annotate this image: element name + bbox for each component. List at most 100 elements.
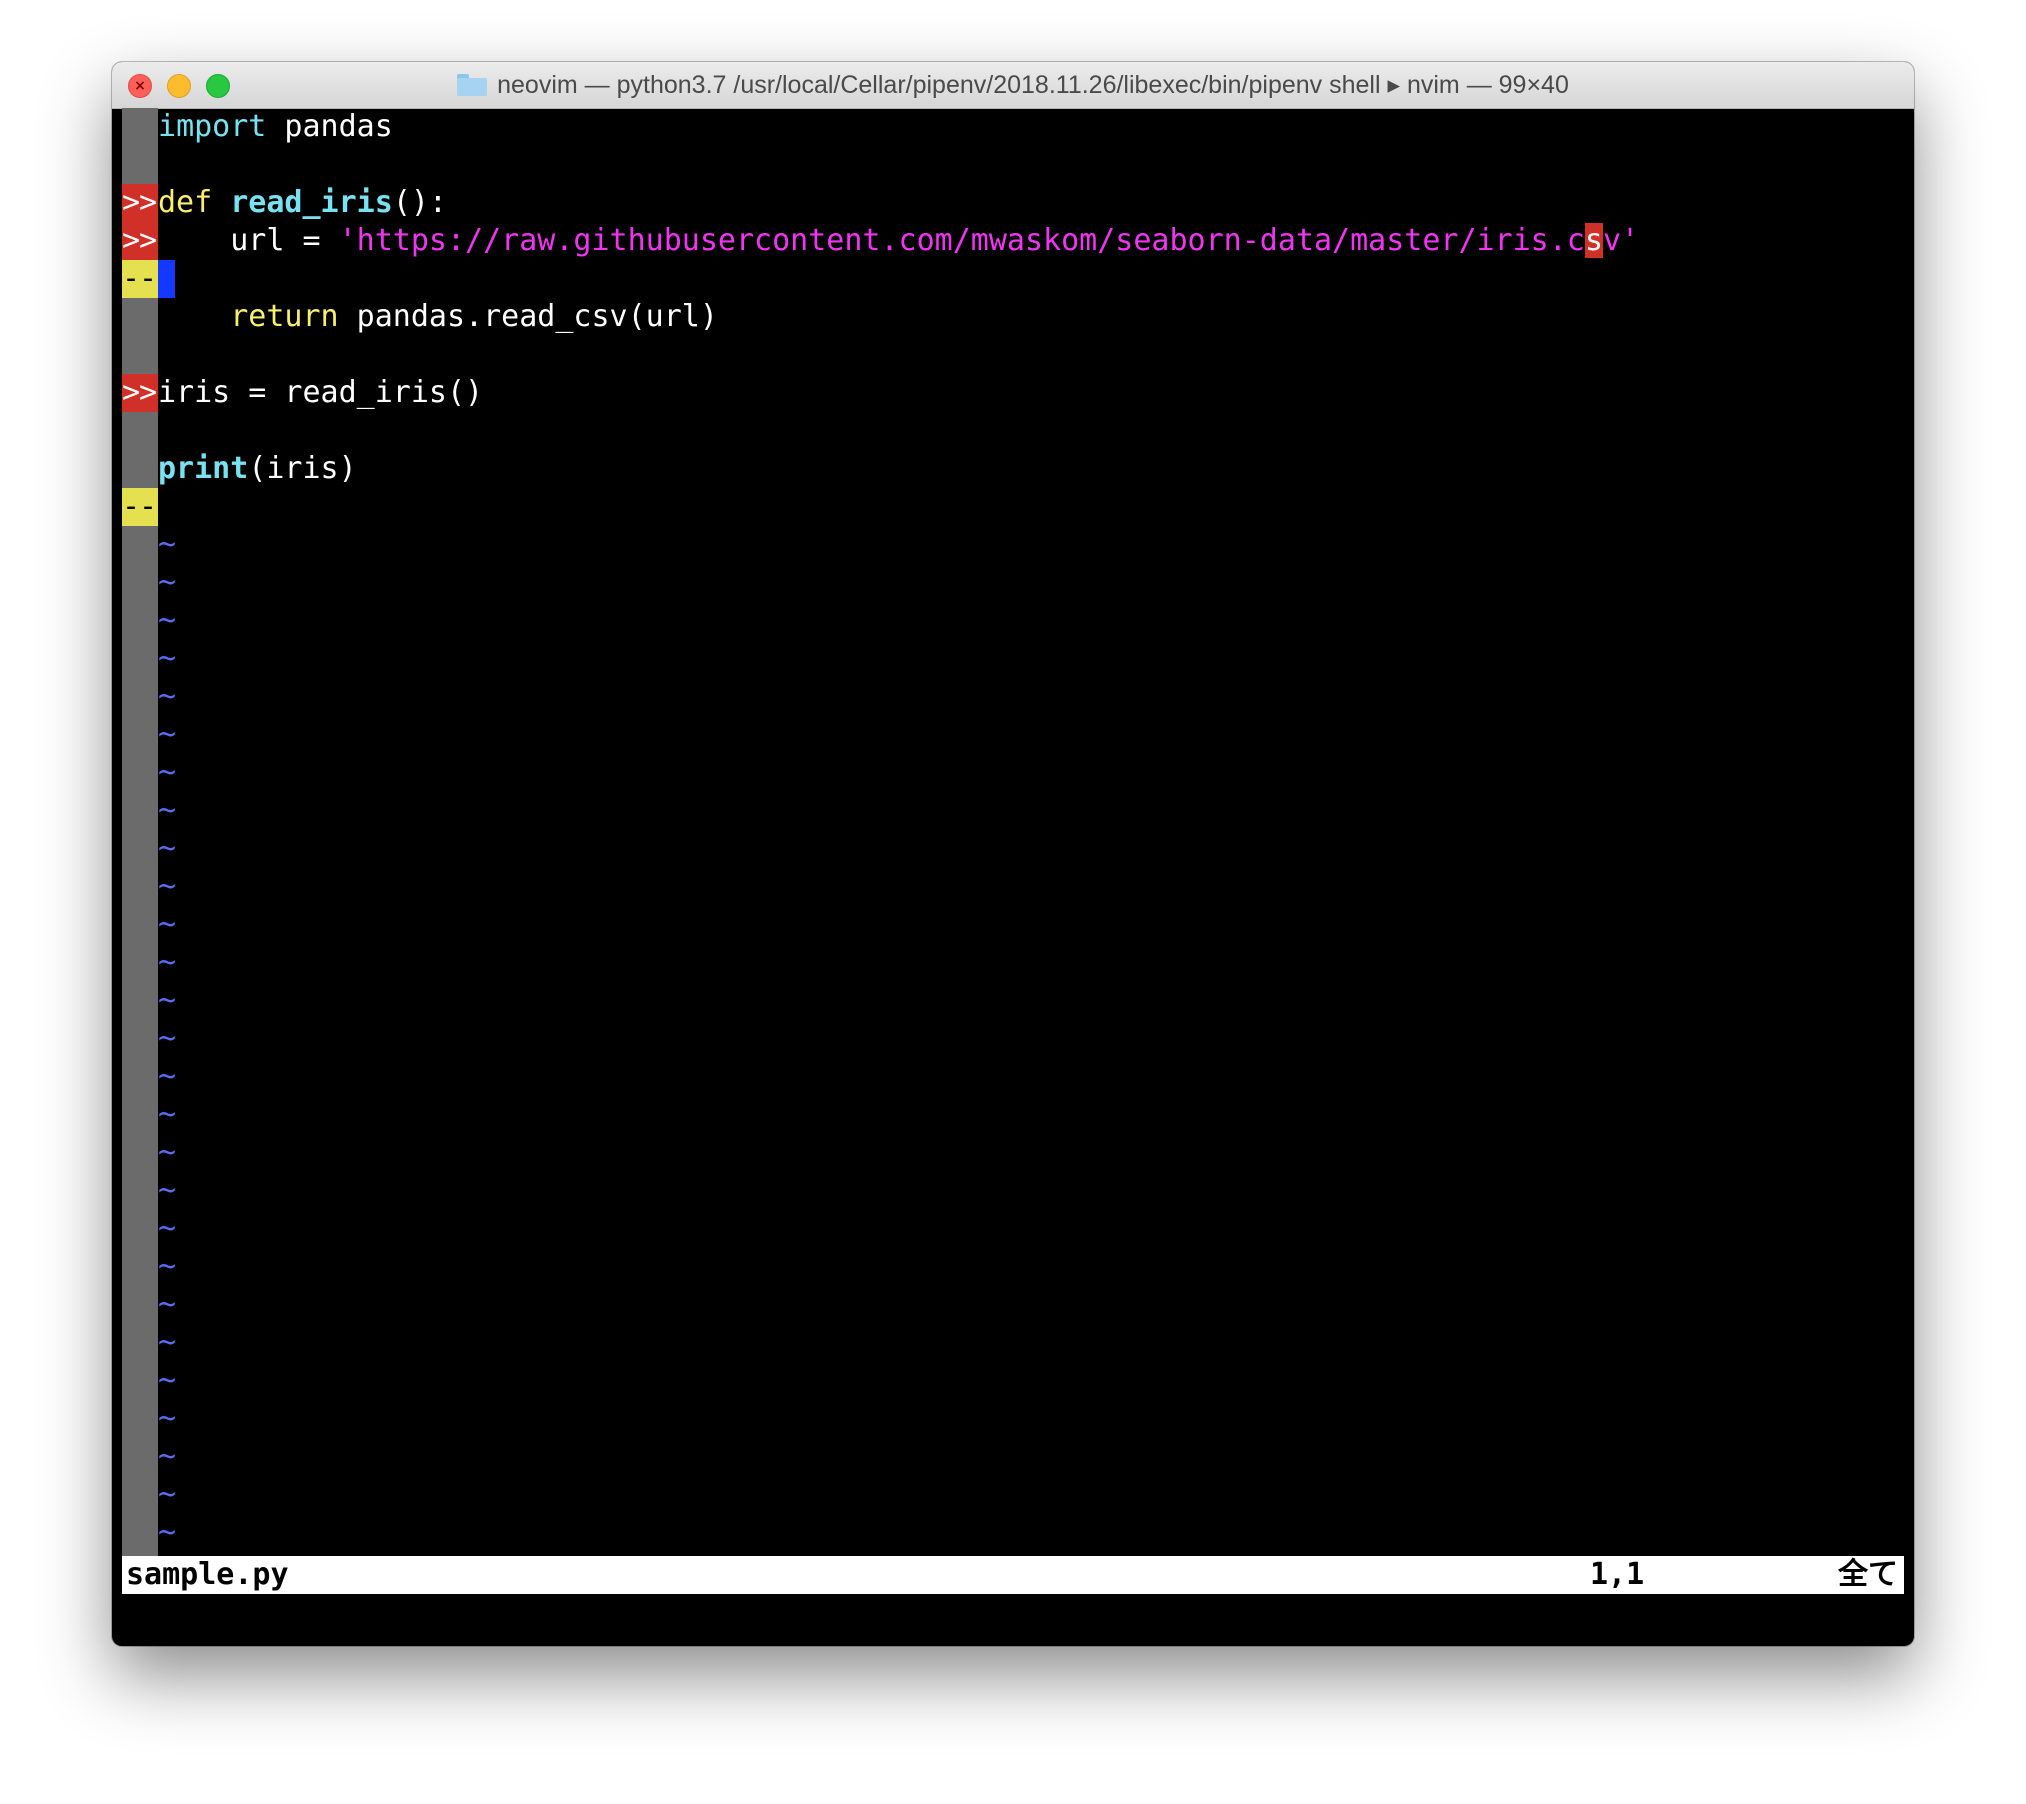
sign-cell bbox=[122, 1514, 158, 1552]
tilde-marker: ~ bbox=[158, 869, 177, 904]
code-line[interactable] bbox=[122, 336, 1904, 374]
status-scroll-percent: 全て bbox=[1838, 1557, 1898, 1592]
tilde-marker: ~ bbox=[158, 1173, 177, 1208]
code-token: (): bbox=[392, 185, 447, 220]
code-text: import pandas bbox=[158, 108, 393, 146]
code-line[interactable]: return pandas.read_csv(url) bbox=[122, 298, 1904, 336]
sign-cell bbox=[122, 1020, 158, 1058]
code-token: pandas bbox=[266, 109, 393, 144]
tilde-marker: ~ bbox=[158, 1401, 177, 1436]
status-line: sample.py 1,1 全て bbox=[122, 1556, 1904, 1594]
status-filename: sample.py bbox=[126, 1557, 289, 1592]
tilde-marker: ~ bbox=[158, 1515, 177, 1550]
code-text: url = 'https://raw.githubusercontent.com… bbox=[158, 222, 1639, 260]
code-token: read_iris bbox=[230, 185, 393, 220]
sign-cell bbox=[122, 716, 158, 754]
neovim-editor[interactable]: import pandas >>def read_iris(): >> url = … bbox=[122, 108, 1904, 1646]
empty-buffer-line: ~ bbox=[122, 1096, 1904, 1134]
git-added-sign: >> bbox=[122, 222, 158, 260]
sign-cell bbox=[122, 754, 158, 792]
code-token: v' bbox=[1602, 223, 1640, 258]
code-token: mport bbox=[176, 109, 267, 144]
code-token: return bbox=[230, 299, 339, 334]
tilde-marker: ~ bbox=[158, 1135, 177, 1170]
empty-buffer-line: ~ bbox=[122, 1324, 1904, 1362]
empty-buffer-line: ~ bbox=[122, 564, 1904, 602]
title-bar[interactable]: × neovim — python3.7 /usr/local/Cellar/p… bbox=[112, 62, 1914, 109]
empty-buffer-line: ~ bbox=[122, 1020, 1904, 1058]
sign-cell bbox=[122, 526, 158, 564]
tilde-marker: ~ bbox=[158, 945, 177, 980]
sign-cell bbox=[122, 412, 158, 450]
tilde-marker: ~ bbox=[158, 1059, 177, 1094]
empty-buffer-line: ~ bbox=[122, 1172, 1904, 1210]
tilde-marker: ~ bbox=[158, 717, 177, 752]
sign-cell bbox=[122, 1172, 158, 1210]
empty-buffer-line: ~ bbox=[122, 640, 1904, 678]
tilde-marker: ~ bbox=[158, 603, 177, 638]
empty-buffer-line: ~ bbox=[122, 906, 1904, 944]
code-line[interactable] bbox=[122, 146, 1904, 184]
sign-cell bbox=[122, 146, 158, 184]
tilde-marker: ~ bbox=[158, 907, 177, 942]
tilde-marker: ~ bbox=[158, 1021, 177, 1056]
tilde-marker: ~ bbox=[158, 1287, 177, 1322]
sign-cell bbox=[122, 1210, 158, 1248]
empty-buffer-line: ~ bbox=[122, 982, 1904, 1020]
tilde-marker: ~ bbox=[158, 1325, 177, 1360]
code-token: (iris) bbox=[248, 451, 357, 486]
sign-cell bbox=[122, 1438, 158, 1476]
sign-cell bbox=[122, 640, 158, 678]
tilde-marker: ~ bbox=[158, 565, 177, 600]
sign-cell bbox=[122, 336, 158, 374]
sign-cell bbox=[122, 1286, 158, 1324]
sign-cell bbox=[122, 564, 158, 602]
empty-buffer-line: ~ bbox=[122, 1248, 1904, 1286]
sign-cell bbox=[122, 1324, 158, 1362]
sign-cell bbox=[122, 298, 158, 336]
tilde-marker: ~ bbox=[158, 755, 177, 790]
code-line[interactable]: >>iris = read_iris() bbox=[122, 374, 1904, 412]
code-token: iris = read_iris() bbox=[158, 375, 484, 410]
code-line[interactable]: -- bbox=[122, 488, 1904, 526]
title-container: neovim — python3.7 /usr/local/Cellar/pip… bbox=[112, 62, 1914, 108]
code-text: def read_iris(): bbox=[158, 184, 447, 222]
code-token: pandas.read_csv(url) bbox=[338, 299, 718, 334]
sign-cell bbox=[122, 944, 158, 982]
status-cursor-position: 1,1 bbox=[1590, 1557, 1645, 1592]
tilde-marker: ~ bbox=[158, 641, 177, 676]
sign-cell bbox=[122, 1400, 158, 1438]
empty-buffer-line: ~ bbox=[122, 526, 1904, 564]
code-line[interactable] bbox=[122, 412, 1904, 450]
empty-buffer-line: ~ bbox=[122, 1286, 1904, 1324]
tilde-marker: ~ bbox=[158, 527, 177, 562]
empty-buffer-line: ~ bbox=[122, 830, 1904, 868]
tilde-marker: ~ bbox=[158, 1249, 177, 1284]
code-text bbox=[158, 260, 175, 298]
tilde-marker: ~ bbox=[158, 1097, 177, 1132]
sign-cell bbox=[122, 792, 158, 830]
empty-buffer-line: ~ bbox=[122, 1210, 1904, 1248]
empty-buffer-line: ~ bbox=[122, 602, 1904, 640]
code-line[interactable]: >> url = 'https://raw.githubusercontent.… bbox=[122, 222, 1904, 260]
code-line[interactable]: import pandas bbox=[122, 108, 1904, 146]
tilde-marker: ~ bbox=[158, 983, 177, 1018]
sign-cell bbox=[122, 678, 158, 716]
code-token: 'https://raw.githubusercontent.com/mwask… bbox=[338, 223, 1585, 258]
code-line[interactable]: >>def read_iris(): bbox=[122, 184, 1904, 222]
sign-cell bbox=[122, 1476, 158, 1514]
tilde-marker: ~ bbox=[158, 679, 177, 714]
empty-buffer-line: ~ bbox=[122, 1362, 1904, 1400]
code-line[interactable]: print(iris) bbox=[122, 450, 1904, 488]
command-line[interactable] bbox=[122, 1594, 1904, 1632]
code-line[interactable]: -- bbox=[122, 260, 1904, 298]
empty-buffer-line: ~ bbox=[122, 1476, 1904, 1514]
code-token: url = bbox=[158, 223, 339, 258]
tilde-marker: ~ bbox=[158, 831, 177, 866]
empty-buffer-line: ~ bbox=[122, 1514, 1904, 1552]
sign-cell bbox=[122, 982, 158, 1020]
sign-cell bbox=[122, 1362, 158, 1400]
tilde-marker: ~ bbox=[158, 1211, 177, 1246]
